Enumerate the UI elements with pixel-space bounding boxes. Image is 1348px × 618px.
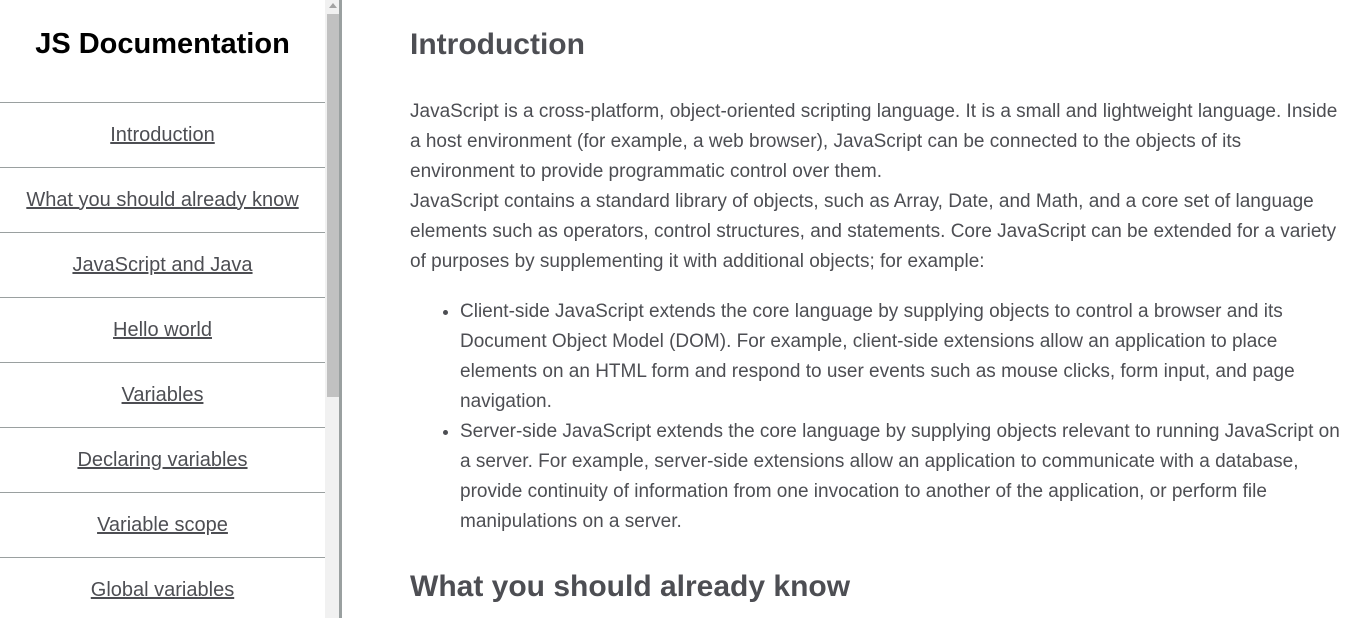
nav-link-variables[interactable]: Variables [122,384,204,407]
scrollbar-thumb[interactable] [327,14,339,397]
scroll-up-arrow-icon[interactable] [329,3,337,8]
nav-link-javascript-and-java[interactable]: JavaScript and Java [72,254,252,277]
nav-item-declaring-variables: Declaring variables [0,428,325,493]
nav-item-what-you-should-already-know: What you should already know [0,168,325,233]
list-item: Client-side JavaScript extends the core … [460,297,1348,417]
section-what-you-should-already-know: What you should already know [410,569,1348,605]
intro-bullet-list: Client-side JavaScript extends the core … [410,297,1348,537]
nav-link-hello-world[interactable]: Hello world [113,319,212,342]
intro-paragraph-1: JavaScript is a cross-platform, object-o… [410,101,1338,182]
nav-link-declaring-variables[interactable]: Declaring variables [77,449,247,472]
nav-link-what-you-should-already-know[interactable]: What you should already know [26,189,298,212]
nav-item-global-variables: Global variables [0,558,325,618]
nav-item-introduction: Introduction [0,103,325,168]
nav-link-variable-scope[interactable]: Variable scope [97,514,228,537]
nav-link-introduction[interactable]: Introduction [110,124,215,147]
sidebar-header: JS Documentation [0,0,325,103]
nav-item-variables: Variables [0,363,325,428]
sidebar-scrollbar[interactable] [325,0,339,618]
nav-item-variable-scope: Variable scope [0,493,325,558]
sidebar-title: JS Documentation [35,28,290,60]
main-content: Introduction JavaScript is a cross-platf… [410,0,1348,618]
nav-item-javascript-and-java: JavaScript and Java [0,233,325,298]
section-title-introduction: Introduction [410,28,585,61]
section-introduction: Introduction JavaScript is a cross-platf… [410,27,1348,537]
nav-list: Introduction What you should already kno… [0,103,325,618]
section-title-what-you-should-already-know: What you should already know [410,570,851,603]
intro-paragraph-2: JavaScript contains a standard library o… [410,191,1337,272]
nav-item-hello-world: Hello world [0,298,325,363]
list-item: Server-side JavaScript extends the core … [460,417,1348,537]
nav-link-global-variables[interactable]: Global variables [91,579,234,602]
sidebar-nav: JS Documentation Introduction What you s… [0,0,342,618]
sidebar-content: JS Documentation Introduction What you s… [0,0,325,618]
